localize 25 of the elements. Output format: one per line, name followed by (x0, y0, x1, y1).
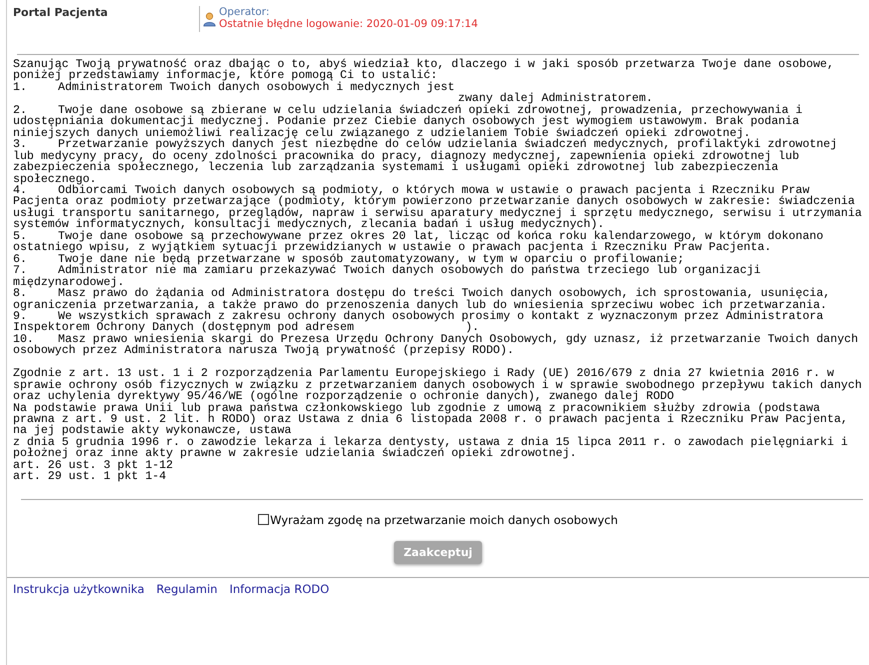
footer-link[interactable]: Informacja RODO (229, 582, 330, 596)
legal-paragraph: z dnia 5 grudnia 1996 r. o zawodzie lekarza i lekarza dentysty, ustawa z dnia 15 lipca 2011 r. o zawodach pielęgniarki i położnej oraz inne akty prawne w zakresie udzielania świadczeń opieki zdrowotnej. (13, 436, 849, 460)
info-item: 5. Twoje dane osobowe są przechowywane przez okres 20 lat, licząc od końca roku kalendarzowego, w którym dokonano ostatniego wpisu, z wyjątkiem sytuacji przewidzianych w ustawie o prawach pacjenta i Rzeczniku Praw Pacjenta. (13, 230, 824, 254)
info-item: 6. Twoje dane nie będą przetwarzane w sposób zautomatyzowany, w tym w oparciu o profilowanie; (13, 254, 684, 266)
consent-checkbox[interactable] (258, 514, 270, 526)
info-item: 9. We wszystkich sprawach z zakresu ochrony danych osobowych prosimy o kontakt z wyznaczonym przez Administratora Inspektorem Ochrony Danych (dostępnym pod adresem ). (13, 310, 824, 334)
info-item: 3. Przetwarzanie powyższych danych jest niezbędne do celów udzielania świadczeń medycznych, profilaktyki zdrowotnej lub medycyny pracy, do oceny zdolności pracownika do pracy, diagnozy medycznej, zapewnienia opieki zdrowotnej lub zabezpieczenia społecznego, leczenia lub zarządzania systemami i usługami opieki zdrowotnej lub zabezpieczenia społecznego. (13, 139, 838, 185)
info-item: 1. Administratorem Twoich danych osobowych i medycznych jest (13, 82, 456, 94)
info-item-continuation: zwany dalej Administratorem. (458, 93, 653, 105)
info-item: 10. Masz prawo wniesienia skargi do Prezesa Urzędu Ochrony Danych Osobowych, gdy uznasz, iż przetwarzanie Twoich danych osobowych przez Administratora narusza Twoją prywatność (przepisy RODO). (13, 334, 860, 357)
user-icon (203, 12, 216, 27)
legal-paragraph: art. 29 ust. 1 pkt 1-4 (13, 471, 168, 483)
info-item: 7. Administrator nie ma zamiaru przekazywać Twoich danych osobowych do państwa trzeciego lub organizacji międzynarodowej. (13, 265, 762, 288)
footer-link[interactable]: Regulamin (156, 582, 218, 596)
info-item: 2. Twoje dane osobowe są zbierane w celu udzielania świadczeń opieki zdrowotnej, prowadzenia, przechowywania i udostępniania dokumentacji medycznej. Podanie przez Ciebie danych osobowych jest wymogiem ustawowym. Brak podania niniejszych danych uniemożliwi realizację celu związanego z udzielaniem Tobie świadczeń opieki zdrowotnej. (13, 104, 802, 140)
legal-paragraph: art. 26 ust. 3 pkt 1-12 (13, 460, 174, 472)
operator-label: Operator: (219, 6, 270, 18)
last-failed-login: Ostatnie błędne logowanie: 2020-01-09 09:17:14 (219, 18, 478, 30)
legal-paragraph: Zgodnie z art. 13 ust. 1 i 2 rozporządzenia Parlamentu Europejskiego i Rady (UE) 2016/679 z dnia 27 kwietnia 2016 r. w sprawie ochrony osób fizycznych w związku z przetwarzaniem danych osobowych i w sprawie swobodnego przepływu takich danych oraz uchylenia dyrektywy 95/46/WE (ogólne rozporządzenie o ochronie danych), zwanego dalej RODO (13, 368, 863, 403)
consent-label: Wyrażam zgodę na przetwarzanie moich danych osobowych (270, 512, 618, 527)
footer-link[interactable]: Instrukcja użytkownika (13, 582, 144, 596)
info-item: 4. Odbiorcami Twoich danych osobowych są podmioty, o których mowa w ustawie o prawach pacjenta i Rzeczniku Praw Pacjenta oraz podmioty przetwarzające (podmioty, którym powierzono przetwarzanie danych osobowych w zakresie: świadczenia usługi transportu sanitarnego, przeglądów, napraw i serwisu aparatury medycznej i sprzętu medycznego, serwisu i utrzymania systemów informatycznych, konsultacji medycznych, zlecania badań i usług medycznych). (13, 184, 863, 231)
info-item: 8. Masz prawo do żądania od Administratora dostępu do treści Twoich danych osobowych, ich sprostowania, usunięcia, ograniczenia przetwarzania, a także prawo do przenoszenia danych lub do wniesienia sprzeciwu wobec ich przetwarzania. (13, 288, 832, 311)
intro-paragraph: Szanując Twoją prywatność oraz dbając o to, abyś wiedział kto, dlaczego i w jaki sposób przetwarza Twoje dane osobowe, poniżej przedstawiamy informacje, które pomogą Ci to ustalić: (13, 59, 835, 82)
portal-title: Portal Pacjenta (12, 6, 109, 19)
